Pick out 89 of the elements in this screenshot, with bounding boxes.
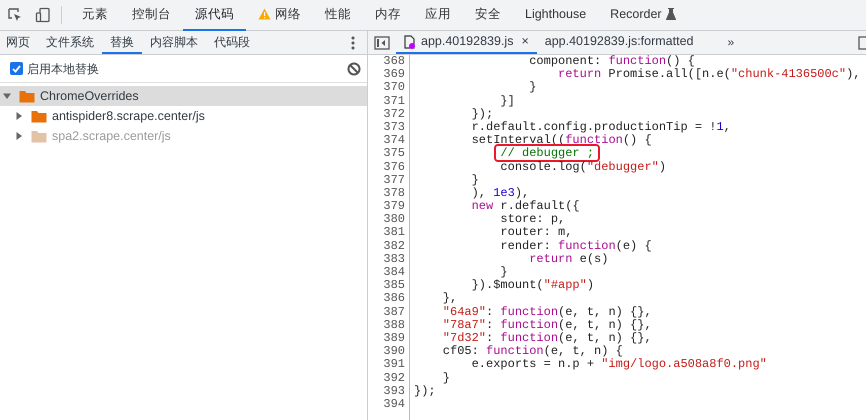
code-line: return e(s): [528, 252, 610, 266]
panel-tab[interactable]: 控制台: [120, 0, 183, 30]
line-number: 374: [382, 134, 405, 148]
folder-icon: [31, 130, 47, 142]
navigator-tab[interactable]: 文件系统: [38, 31, 102, 54]
line-number: 379: [382, 200, 405, 214]
line-number: 370: [382, 81, 405, 95]
line-number: 393: [382, 384, 405, 398]
code-line: "64a9": function(e, t, n) {},: [442, 306, 653, 319]
line-number: 382: [382, 240, 405, 253]
line-number: 384: [382, 266, 405, 280]
checkbox-label: 启用本地替换: [27, 60, 99, 78]
code-line: }: [442, 372, 452, 385]
line-number: 391: [382, 358, 405, 372]
line-number: 392: [382, 372, 405, 385]
line-number: 378: [382, 186, 405, 200]
sidebar-toggle-icon[interactable]: [374, 36, 390, 50]
code-line: new r.default({: [470, 200, 581, 214]
code-line: e.exports = n.p + "img/logo.a508a8f0.png": [470, 358, 768, 372]
code-line: r.default.config.productionTip = !1,: [470, 120, 732, 134]
code-line: cf05: function(e, t, n) {: [442, 345, 623, 358]
collapsed-arrow-icon[interactable]: [15, 112, 23, 120]
device-toolbar-icon[interactable]: [35, 7, 51, 23]
code-line: }]: [499, 94, 516, 108]
panel-tab[interactable]: 安全: [463, 0, 513, 30]
line-number: 371: [382, 94, 405, 108]
line-number: 390: [382, 345, 405, 358]
line-number: 383: [382, 252, 405, 266]
collapsed-arrow-icon[interactable]: [15, 132, 23, 140]
file-tab[interactable]: app.40192839.js ×: [396, 31, 537, 54]
code-line: },: [442, 292, 458, 306]
checkbox[interactable]: [10, 62, 23, 75]
navigator-tab[interactable]: 网页: [0, 31, 38, 54]
tree-item[interactable]: ChromeOverrides: [0, 86, 367, 106]
code-line: component: function() {: [528, 55, 696, 68]
code-line: store: p,: [499, 213, 566, 226]
inspect-icon[interactable]: [7, 7, 23, 23]
overflow-button[interactable]: »: [719, 31, 742, 54]
line-number: 368: [382, 55, 405, 68]
folder-icon: [19, 90, 35, 102]
panel-icon[interactable]: [858, 36, 866, 50]
code-line: });: [414, 384, 437, 398]
warning-icon: [258, 8, 271, 20]
clear-icon[interactable]: [347, 62, 361, 76]
code-line: return Promise.all([n.e("chunk-4136500c"),: [557, 68, 860, 82]
code-line: });: [470, 108, 494, 121]
line-number: 388: [382, 318, 405, 332]
panel-tab[interactable]: 内存: [363, 0, 413, 30]
panel-tab[interactable]: 应用: [413, 0, 463, 30]
panel-tab[interactable]: 网络: [246, 0, 313, 30]
code-line: "78a7": function(e, t, n) {},: [442, 318, 653, 332]
line-number: 386: [382, 292, 405, 306]
code-line: }: [499, 266, 509, 279]
code-line: }: [528, 81, 538, 95]
tree-item[interactable]: antispider8.scrape.center/js: [0, 106, 367, 126]
line-number: 377: [382, 174, 405, 187]
more-options-icon[interactable]: [351, 36, 355, 50]
code-line: console.log("debugger"): [499, 160, 668, 174]
panel-tab[interactable]: 元素: [70, 0, 120, 30]
file-icon: [404, 34, 416, 48]
line-number: 369: [382, 68, 405, 82]
navigator-tab[interactable]: 代码段: [206, 31, 258, 54]
code-line: router: m,: [499, 226, 574, 240]
folder-icon: [31, 110, 47, 122]
flask-icon: [666, 8, 676, 20]
navigator-tab[interactable]: 替换: [102, 31, 142, 54]
line-number: 387: [382, 306, 405, 319]
line-number: 394: [382, 398, 405, 412]
line-number: 381: [382, 226, 405, 240]
code-line: }: [470, 174, 480, 187]
close-button[interactable]: ×: [521, 32, 529, 51]
line-number: 380: [382, 213, 405, 226]
line-number: 373: [382, 120, 405, 134]
panel-tab[interactable]: 性能: [313, 0, 363, 30]
line-number: 389: [382, 332, 405, 346]
code-line: ), 1e3),: [470, 186, 530, 200]
line-number: 376: [382, 160, 405, 174]
code-line: "7d32": function(e, t, n) {},: [442, 332, 653, 345]
code-line: render: function(e) {: [499, 240, 653, 253]
navigator-tab[interactable]: 内容脚本: [142, 31, 206, 54]
expanded-arrow-icon[interactable]: [3, 92, 11, 100]
line-number: 385: [382, 279, 405, 292]
file-tab[interactable]: app.40192839.js:formatted: [536, 31, 702, 54]
code-line: }).$mount("#app"): [470, 279, 596, 292]
highlight-box: // debugger ;: [494, 144, 600, 162]
panel-tab[interactable]: Recorder: [598, 0, 688, 30]
line-number: 375: [382, 147, 405, 160]
line-number: 372: [382, 108, 405, 121]
panel-tab[interactable]: Lighthouse: [513, 0, 598, 30]
